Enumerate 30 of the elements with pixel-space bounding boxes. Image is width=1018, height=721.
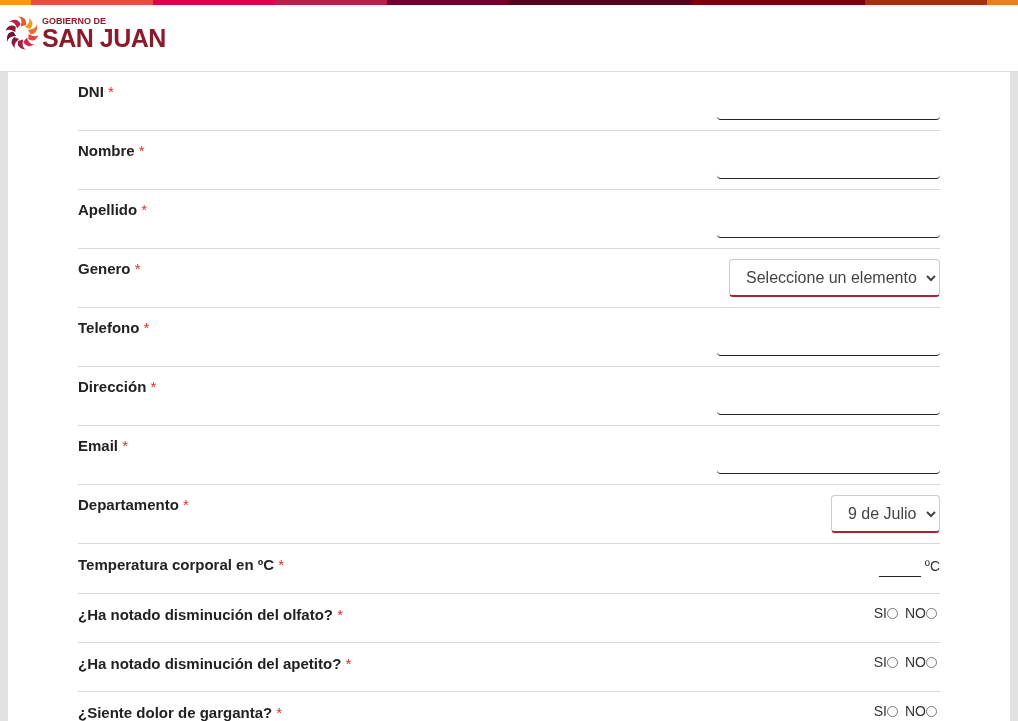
field-label: Email * <box>78 436 129 456</box>
field-label: Nombre * <box>78 141 145 161</box>
radio-button[interactable] <box>926 705 937 717</box>
radio-button[interactable] <box>926 607 937 619</box>
unit-label: ºC <box>924 557 940 574</box>
sun-logo-icon <box>6 15 38 51</box>
logo-subtitle: GOBIERNO DE <box>42 16 107 26</box>
field-label: Dirección * <box>78 377 157 397</box>
field-label: Temperatura corporal en ºC * <box>78 555 285 575</box>
option-label: NO <box>905 703 926 719</box>
radio-button[interactable] <box>926 656 937 668</box>
field-label: DNI * <box>78 82 114 102</box>
option-label: SI <box>873 654 887 670</box>
field-label: Telefono * <box>78 318 150 338</box>
radio-button[interactable] <box>887 656 898 668</box>
option-label: NO <box>905 605 926 621</box>
option-label: SI <box>873 703 887 719</box>
field-label: Apellido * <box>78 200 148 220</box>
dropdown-field[interactable]: Seleccione un elemento <box>729 259 940 297</box>
field-label: ¿Siente dolor de garganta? * <box>78 703 283 721</box>
option-label: NO <box>905 654 926 670</box>
field-label: Genero * <box>78 259 141 279</box>
logo-title: SAN JUAN <box>42 26 166 50</box>
radio-button[interactable] <box>887 607 898 619</box>
option-label: SI <box>873 605 887 621</box>
dropdown-field[interactable]: 9 de Julio <box>831 495 940 533</box>
field-label: ¿Ha notado disminución del apetito? * <box>78 654 352 674</box>
radio-button[interactable] <box>887 705 898 717</box>
field-label: ¿Ha notado disminución del olfato? * <box>78 605 343 625</box>
field-label: Departamento * <box>78 495 189 515</box>
